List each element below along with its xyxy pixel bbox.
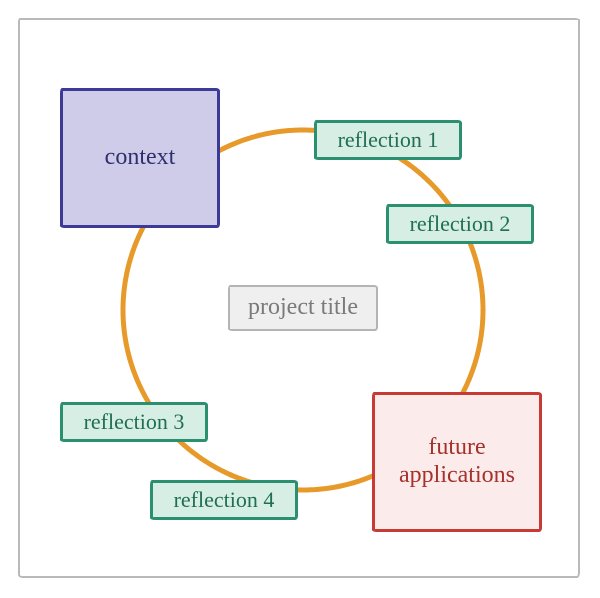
project-title-box: project title	[228, 285, 378, 331]
reflection-1-box: reflection 1	[314, 120, 462, 160]
reflection-2-label: reflection 2	[410, 211, 511, 236]
reflection-4-label: reflection 4	[174, 487, 275, 512]
reflection-3-label: reflection 3	[84, 409, 185, 434]
future-applications-label: futureapplications	[399, 434, 515, 489]
reflection-4-box: reflection 4	[150, 480, 298, 520]
diagram-frame: context reflection 1 reflection 2 projec…	[18, 18, 580, 578]
context-box: context	[60, 88, 220, 228]
diagram-canvas: context reflection 1 reflection 2 projec…	[20, 20, 578, 576]
future-applications-box: futureapplications	[372, 392, 542, 532]
reflection-2-box: reflection 2	[386, 204, 534, 244]
project-title-label: project title	[248, 294, 358, 322]
context-label: context	[105, 144, 176, 172]
reflection-1-label: reflection 1	[338, 127, 439, 152]
reflection-3-box: reflection 3	[60, 402, 208, 442]
